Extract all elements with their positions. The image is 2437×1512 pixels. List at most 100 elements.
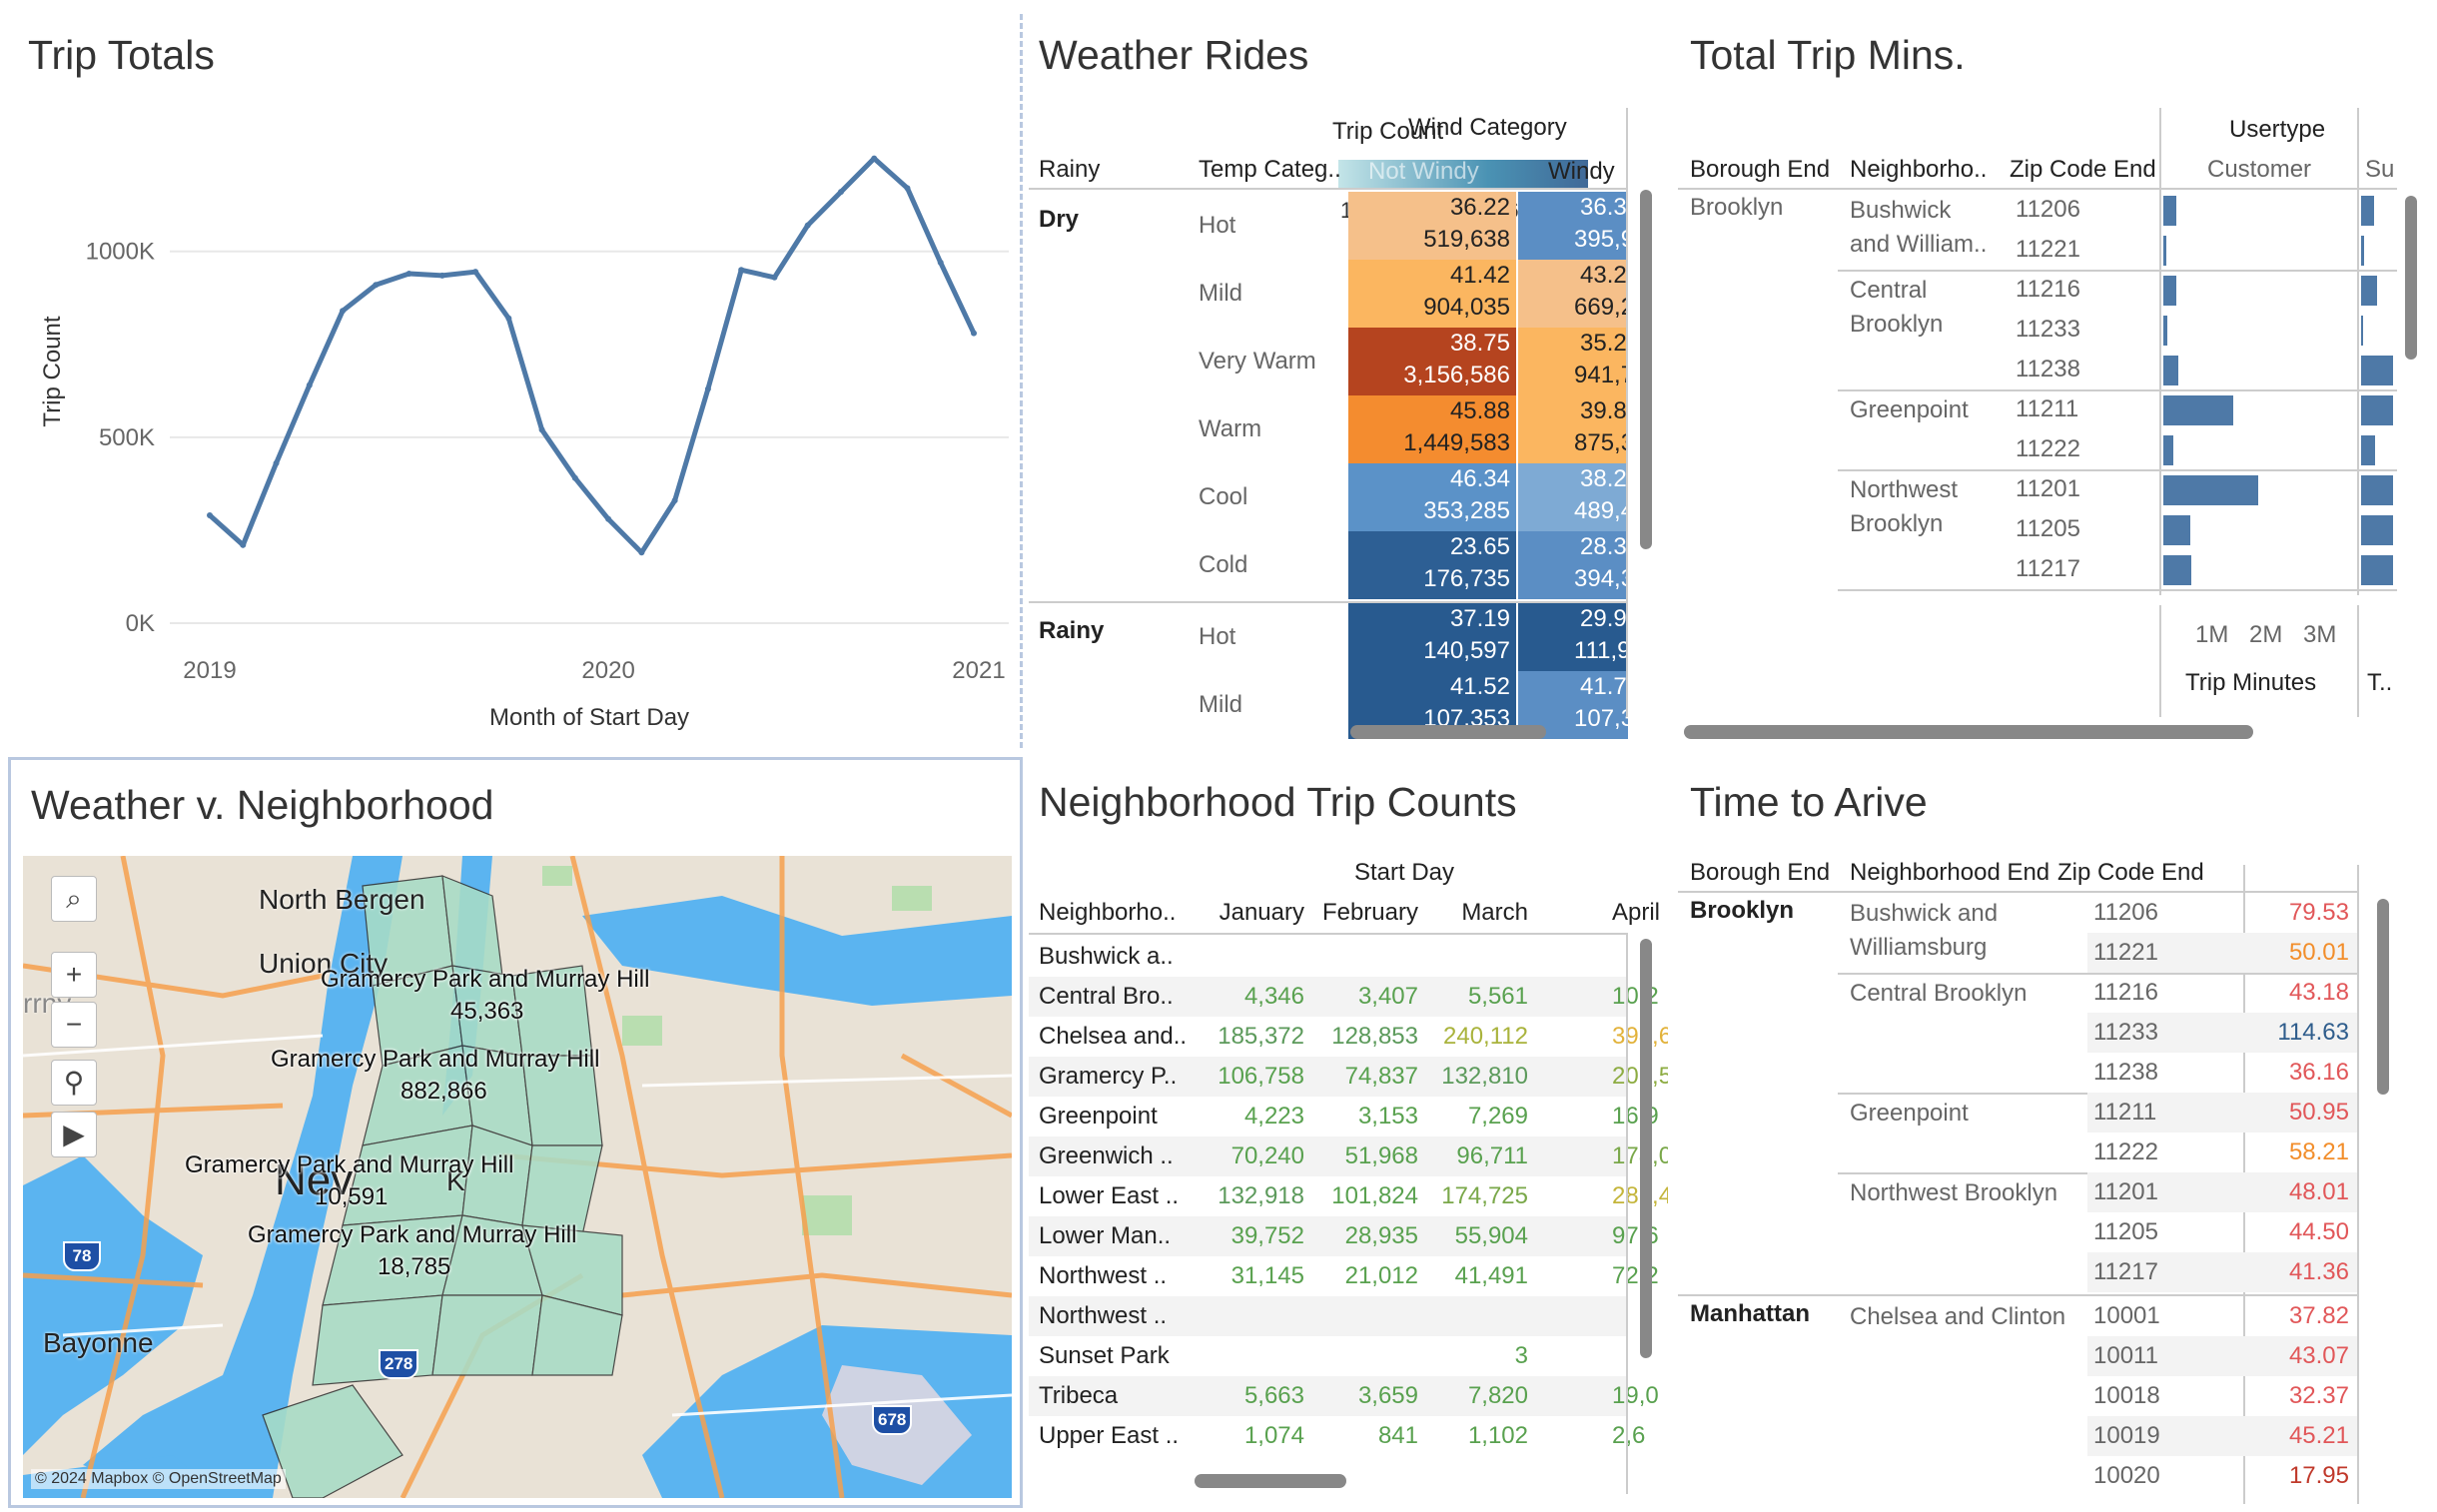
trip-count-cell[interactable]: 39,752 — [1195, 1222, 1304, 1250]
arrival-time-value[interactable]: 45.21 — [2245, 1422, 2349, 1450]
trip-count-cell[interactable]: 31,145 — [1195, 1262, 1304, 1290]
heatmap-cell[interactable]: 43.2 669,2 — [1518, 260, 1628, 328]
map-canvas[interactable]: North Bergen Union City Bayonne rrny Nev K Gra… — [23, 856, 1012, 1498]
customer-bar[interactable] — [2163, 435, 2173, 465]
arrival-time-value[interactable]: 50.95 — [2245, 1099, 2349, 1127]
trip-count-cell[interactable]: 19,0 — [1612, 1382, 1668, 1410]
subscriber-bar[interactable] — [2361, 435, 2375, 465]
trip-count-cell[interactable]: 1,074 — [1195, 1422, 1304, 1450]
scrollbar-horizontal[interactable] — [1350, 725, 1546, 739]
customer-bar[interactable] — [2163, 316, 2167, 346]
trip-count-cell[interactable]: 3,153 — [1308, 1103, 1418, 1131]
scrollbar-vertical[interactable] — [2377, 899, 2389, 1095]
trip-count-cell[interactable]: 106,758 — [1195, 1063, 1304, 1091]
trip-count-cell[interactable]: 185,372 — [1195, 1023, 1304, 1051]
trip-count-cell[interactable]: 101,824 — [1308, 1182, 1418, 1210]
trip-count-cell[interactable]: 28,935 — [1308, 1222, 1418, 1250]
heatmap-cell[interactable]: 23.65 176,735 — [1348, 531, 1516, 599]
trip-count-cell[interactable]: 3 — [1418, 1342, 1528, 1370]
arrival-time-value[interactable]: 114.63 — [2245, 1019, 2349, 1047]
customer-bar[interactable] — [2163, 356, 2178, 385]
arrival-time-value[interactable]: 43.18 — [2245, 979, 2349, 1007]
customer-bar[interactable] — [2163, 515, 2190, 545]
trip-count-cell[interactable]: 96,711 — [1418, 1142, 1528, 1170]
trip-count-cell[interactable]: 132,810 — [1418, 1063, 1528, 1091]
subscriber-bar[interactable] — [2361, 196, 2374, 226]
search-icon[interactable]: ⌕ — [51, 876, 97, 922]
customer-bar[interactable] — [2163, 276, 2176, 306]
scrollbar-vertical[interactable] — [2405, 196, 2417, 360]
subscriber-bar[interactable] — [2361, 356, 2393, 385]
arrival-time-value[interactable]: 37.82 — [2245, 1302, 2349, 1330]
heatmap-cell[interactable]: 36.22 519,638 — [1348, 192, 1516, 260]
arrival-time-value[interactable]: 41.36 — [2245, 1258, 2349, 1286]
subscriber-bar[interactable] — [2361, 316, 2363, 346]
trip-count-cell[interactable]: 174,725 — [1418, 1182, 1528, 1210]
trip-count-cell[interactable]: 4,223 — [1195, 1103, 1304, 1131]
arrival-time-value[interactable]: 44.50 — [2245, 1218, 2349, 1246]
cell-count-value: 669,2 — [1574, 294, 1628, 321]
trip-count-cell[interactable]: 841 — [1308, 1422, 1418, 1450]
heatmap-cell[interactable]: 39.8 875,3 — [1518, 395, 1628, 463]
play-icon[interactable]: ▶ — [51, 1112, 97, 1157]
scrollbar-horizontal[interactable] — [1195, 1474, 1346, 1488]
trip-count-cell[interactable]: 3,407 — [1308, 983, 1418, 1011]
trip-count-cell[interactable]: 74,837 — [1308, 1063, 1418, 1091]
trip-count-cell[interactable]: 4,346 — [1195, 983, 1304, 1011]
trip-count-cell[interactable]: 70,240 — [1195, 1142, 1304, 1170]
zip-label: 11205 — [2016, 515, 2080, 542]
trip-count-cell[interactable]: 5,561 — [1418, 983, 1528, 1011]
heatmap-cell[interactable]: 46.34 353,285 — [1348, 463, 1516, 531]
trip-count-cell[interactable]: 128,853 — [1308, 1023, 1418, 1051]
trip-count-cell[interactable]: 7,820 — [1418, 1382, 1528, 1410]
subscriber-bar[interactable] — [2361, 276, 2377, 306]
customer-bar[interactable] — [2163, 475, 2258, 505]
arrival-time-value[interactable]: 17.95 — [2245, 1462, 2349, 1490]
customer-bar[interactable] — [2163, 196, 2176, 226]
arrival-time-value[interactable]: 50.01 — [2245, 939, 2349, 967]
heatmap-cell[interactable]: 29.9 111,9 — [1518, 603, 1628, 671]
scrollbar-vertical[interactable] — [1640, 939, 1652, 1358]
trip-count-cell[interactable]: 3,659 — [1308, 1382, 1418, 1410]
subscriber-bar[interactable] — [2361, 475, 2393, 505]
trip-count-cell[interactable]: 2,6 — [1612, 1422, 1668, 1450]
customer-bar[interactable] — [2163, 555, 2191, 585]
pin-icon[interactable]: ⚲ — [51, 1060, 97, 1106]
arrival-time-value[interactable]: 48.01 — [2245, 1178, 2349, 1206]
arrival-time-value[interactable]: 58.21 — [2245, 1138, 2349, 1166]
trip-count-cell[interactable]: 5,663 — [1195, 1382, 1304, 1410]
subscriber-bar[interactable] — [2361, 555, 2393, 585]
subscriber-bar[interactable] — [2361, 236, 2364, 266]
heatmap-cell[interactable]: 45.88 1,449,583 — [1348, 395, 1516, 463]
arrival-time-value[interactable]: 32.37 — [2245, 1382, 2349, 1410]
heatmap-cell[interactable]: 41.42 904,035 — [1348, 260, 1516, 328]
trip-count-cell[interactable]: 1,102 — [1418, 1422, 1528, 1450]
trip-count-cell[interactable]: 7,269 — [1418, 1103, 1528, 1131]
subscriber-bar[interactable] — [2361, 515, 2393, 545]
arrival-time-value[interactable]: 36.16 — [2245, 1059, 2349, 1087]
customer-bar[interactable] — [2163, 236, 2166, 266]
heatmap-cell[interactable]: 35.2 941,7 — [1518, 328, 1628, 395]
trip-totals-chart[interactable]: 1000K 500K 0K 2019 2020 2021 Month of Start Da… — [0, 0, 1019, 744]
zoom-in-icon[interactable]: + — [51, 952, 97, 998]
arrival-time-value[interactable]: 79.53 — [2245, 899, 2349, 927]
heatmap-cell[interactable]: 38.75 3,156,586 — [1348, 328, 1516, 395]
trip-count-cell[interactable]: 41,491 — [1418, 1262, 1528, 1290]
zoom-out-icon[interactable]: − — [51, 1002, 97, 1048]
heatmap-cell[interactable]: 36.3 395,9 — [1518, 192, 1628, 260]
scrollbar-vertical[interactable] — [1640, 190, 1652, 549]
heatmap-cell[interactable]: 38.2 489,4 — [1518, 463, 1628, 531]
customer-bar[interactable] — [2163, 395, 2233, 425]
weather-neighborhood-title: Weather v. Neighborhood — [31, 782, 494, 828]
trip-count-cell[interactable]: 240,112 — [1418, 1023, 1528, 1051]
arrival-time-value[interactable]: 43.07 — [2245, 1342, 2349, 1370]
trip-count-cell[interactable]: 132,918 — [1195, 1182, 1304, 1210]
subscriber-bar[interactable] — [2361, 395, 2393, 425]
heatmap-cell[interactable]: 28.3 394,3 — [1518, 531, 1628, 599]
trip-count-cell[interactable]: 21,012 — [1308, 1262, 1418, 1290]
cell-count-value: 395,9 — [1574, 226, 1628, 253]
trip-count-cell[interactable]: 55,904 — [1418, 1222, 1528, 1250]
trip-count-cell[interactable]: 51,968 — [1308, 1142, 1418, 1170]
heatmap-cell[interactable]: 37.19 140,597 — [1348, 603, 1516, 671]
scrollbar-horizontal[interactable] — [1684, 725, 2253, 739]
